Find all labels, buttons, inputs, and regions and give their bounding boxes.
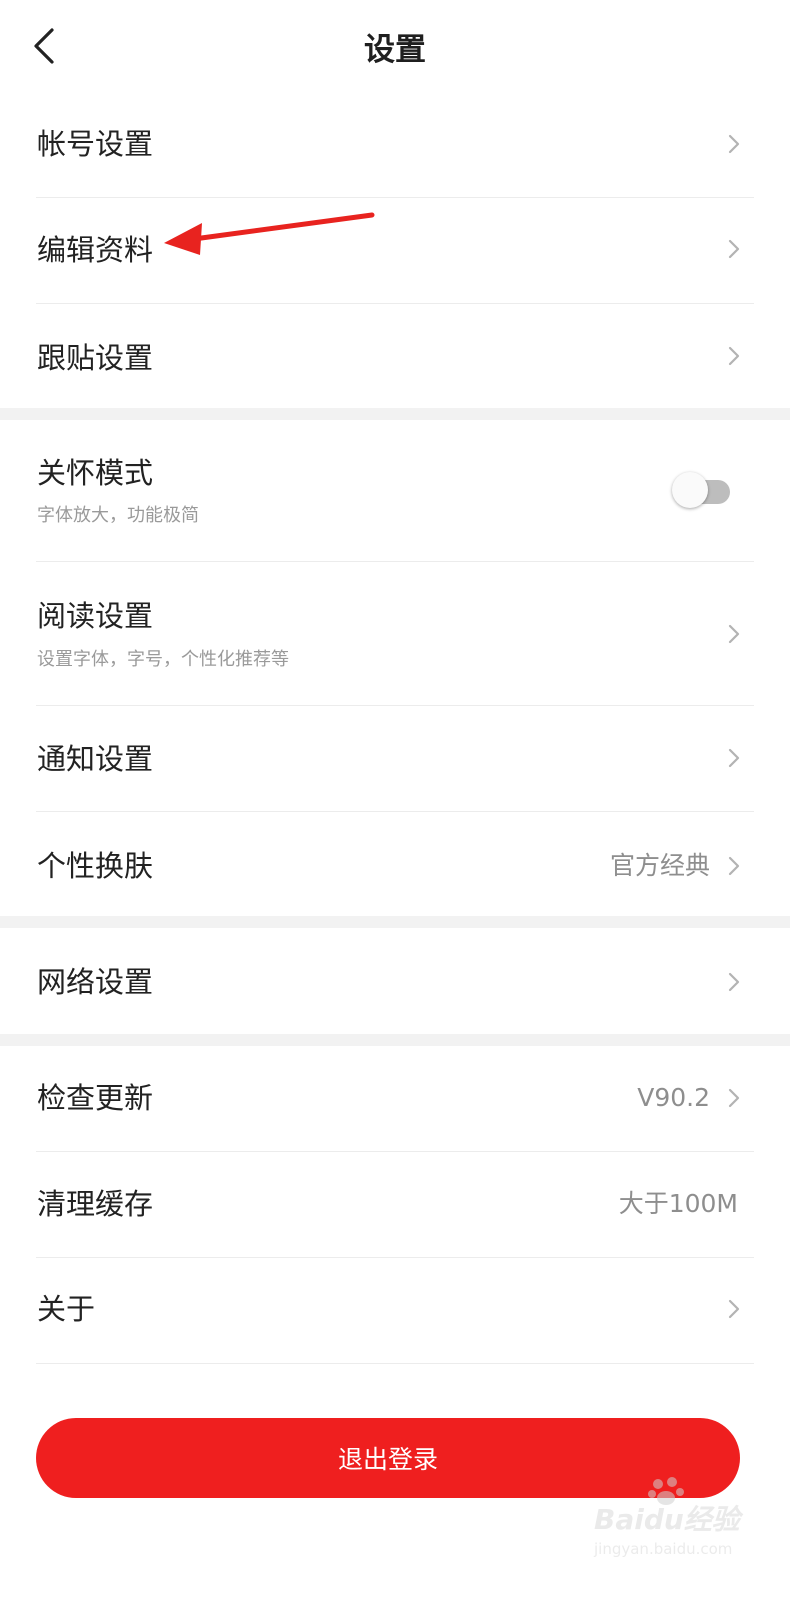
cache-size-value: 大于100M [618,1189,738,1218]
chevron-right-icon [726,130,742,158]
version-value: V90.2 [637,1083,710,1112]
row-label: 编辑资料 [37,233,154,267]
row-label: 通知设置 [37,742,154,776]
row-notification-settings[interactable]: 通知设置 [0,706,790,812]
row-subtitle: 字体放大，功能极简 [37,505,199,526]
row-account-settings[interactable]: 帐号设置 [0,96,790,198]
row-clear-cache[interactable]: 清理缓存 大于100M [0,1152,790,1258]
settings-group-display: 关怀模式 字体放大，功能极简 阅读设置 设置字体，字号，个性化推荐等 通知设置 … [0,420,790,916]
row-about[interactable]: 关于 [0,1258,790,1364]
chevron-right-icon [726,744,742,772]
row-network-settings[interactable]: 网络设置 [0,928,790,1034]
row-label: 网络设置 [37,965,154,999]
toggle-knob [672,472,708,508]
watermark-url: jingyan.baidu.com [594,1540,733,1558]
chevron-right-icon [726,235,742,263]
chevron-right-icon [726,968,742,996]
row-label: 阅读设置 [37,599,154,633]
section-separator [0,408,790,420]
divider [36,1363,754,1364]
annotation-arrow-icon [164,212,375,255]
row-edit-profile[interactable]: 编辑资料 [0,198,790,304]
row-label: 帐号设置 [37,127,154,161]
section-separator [0,916,790,928]
baidu-watermark-logo: Baidu经验 jingyan.baidu.com [594,1476,744,1566]
row-label: 个性换肤 [37,849,154,883]
chevron-right-icon [726,1295,742,1323]
row-skin-settings[interactable]: 个性换肤 官方经典 [0,812,790,916]
settings-group-system: 检查更新 V90.2 清理缓存 大于100M 关于 [0,1046,790,1366]
settings-group-account: 帐号设置 编辑资料 跟贴设置 [0,96,790,408]
chevron-right-icon [726,1084,742,1112]
settings-group-network: 网络设置 [0,928,790,1034]
watermark-text: Baidu经验 [594,1503,740,1536]
row-label: 清理缓存 [37,1187,154,1221]
chevron-right-icon [726,852,742,880]
header-bar: 设置 [0,0,790,96]
row-value: 官方经典 [609,851,710,880]
row-label: 跟贴设置 [37,341,154,375]
page-title: 设置 [364,32,426,68]
chevron-right-icon [726,342,742,370]
row-care-mode[interactable]: 关怀模式 字体放大，功能极简 [0,420,790,562]
row-check-update[interactable]: 检查更新 V90.2 [0,1046,790,1152]
row-label: 关怀模式 [37,456,154,490]
chevron-right-icon [726,620,742,648]
row-label: 关于 [37,1292,96,1326]
row-reading-settings[interactable]: 阅读设置 设置字体，字号，个性化推荐等 [0,562,790,706]
row-comment-settings[interactable]: 跟贴设置 [0,304,790,408]
section-separator [0,1034,790,1046]
row-label: 检查更新 [37,1081,154,1115]
row-subtitle: 设置字体，字号，个性化推荐等 [37,649,289,670]
care-mode-toggle[interactable] [672,470,732,510]
